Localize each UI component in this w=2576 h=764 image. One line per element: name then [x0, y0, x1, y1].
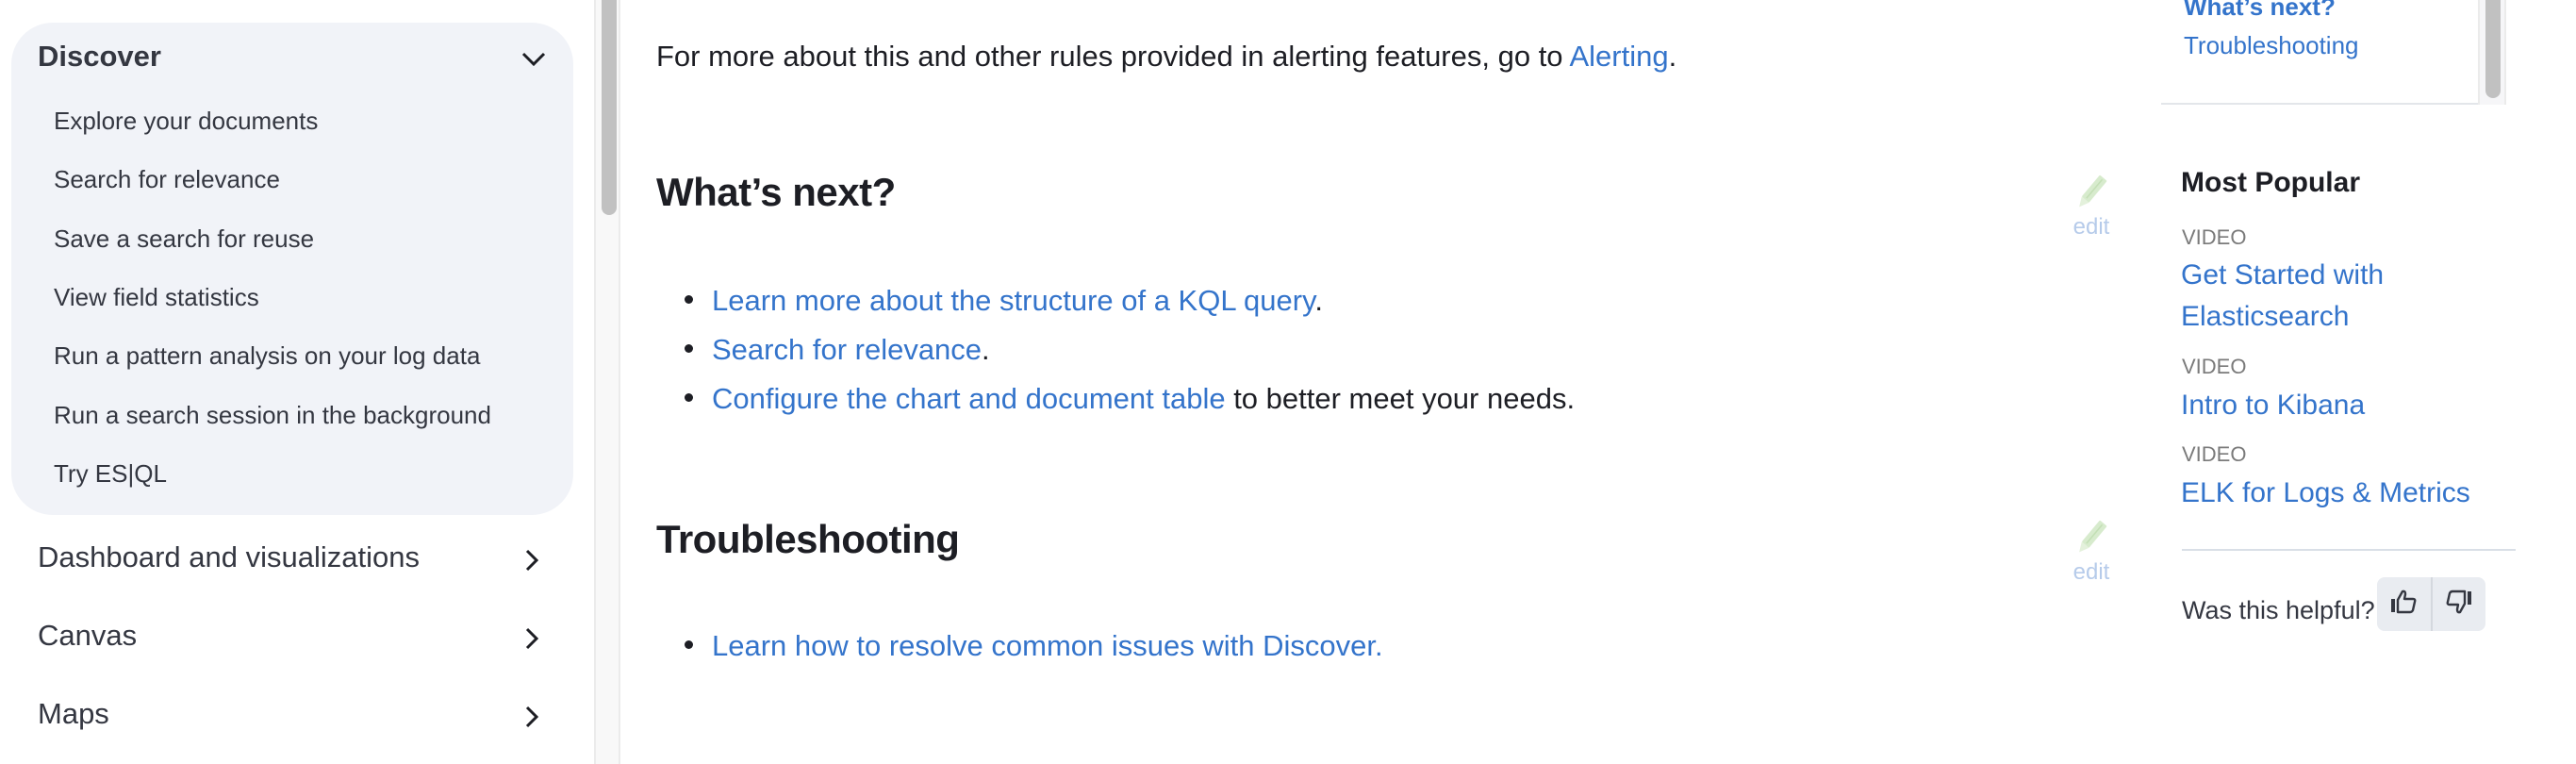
video-type-label: VIDEO [2182, 442, 2247, 466]
list-item: Configure the chart and document table t… [685, 382, 1575, 416]
sidebar-item-label: Canvas [38, 619, 138, 652]
video-type-label: VIDEO [2182, 225, 2247, 249]
sidebar-item-maps[interactable]: Maps [0, 688, 566, 744]
chevron-right-icon [524, 548, 539, 577]
edit-label: edit [2072, 214, 2110, 240]
toc-link-whats-next[interactable]: What’s next? [2184, 0, 2336, 22]
chevron-right-icon [524, 626, 539, 656]
chevron-right-icon [524, 705, 539, 734]
feedback-label: Was this helpful? [2182, 596, 2375, 624]
sidebar-item-label: Dashboard and visualizations [38, 540, 420, 573]
feedback-button-group [2377, 577, 2485, 631]
sidebar-item-save-search[interactable]: Save a search for reuse [54, 224, 314, 254]
troubleshooting-heading: Troubleshooting [656, 517, 960, 561]
list-item: Learn how to resolve common issues with … [685, 629, 1383, 663]
sidebar-item-search-session[interactable]: Run a search session in the background [54, 401, 491, 430]
bullet-icon [685, 295, 693, 305]
edit-whats-next-button[interactable]: edit [2065, 172, 2118, 241]
discover-title[interactable]: Discover [38, 40, 161, 74]
sidebar-item-field-statistics[interactable]: View field statistics [54, 283, 259, 312]
thumbs-up-button[interactable] [2377, 577, 2431, 631]
sidebar-item-pattern-analysis[interactable]: Run a pattern analysis on your log data [54, 341, 480, 371]
video-link-get-started[interactable]: Get Started with Elasticsearch [2181, 255, 2384, 338]
troubleshooting-link[interactable]: Learn how to resolve common issues with … [712, 629, 1383, 662]
video-type-label: VIDEO [2182, 355, 2247, 378]
toc-scrollbar-thumb[interactable] [2485, 0, 2501, 98]
toc-link-troubleshooting[interactable]: Troubleshooting [2184, 31, 2359, 60]
alerting-link[interactable]: Alerting [1569, 40, 1668, 73]
thumbs-down-icon [2445, 589, 2473, 620]
whats-next-heading: What’s next? [656, 170, 896, 214]
edit-troubleshooting-button[interactable]: edit [2065, 517, 2118, 586]
configure-chart-link[interactable]: Configure the chart and document table [712, 382, 1226, 415]
edit-label: edit [2072, 559, 2110, 585]
discover-section [11, 23, 573, 515]
sidebar-item-label: Maps [38, 697, 109, 730]
sidebar-item-dashboard[interactable]: Dashboard and visualizations [0, 531, 566, 588]
sidebar-scrollbar-thumb[interactable] [602, 0, 617, 215]
video-link-intro-kibana[interactable]: Intro to Kibana [2181, 385, 2365, 426]
bullet-icon [685, 393, 693, 403]
sidebar-item-search-relevance[interactable]: Search for relevance [54, 165, 280, 194]
sidebar-item-explore-documents[interactable]: Explore your documents [54, 107, 318, 136]
list-item: Search for relevance. [685, 333, 990, 367]
thumbs-down-button[interactable] [2430, 577, 2486, 631]
chevron-down-icon[interactable] [520, 51, 547, 73]
kql-structure-link[interactable]: Learn more about the structure of a KQL … [712, 284, 1314, 317]
thumbs-up-icon [2389, 589, 2418, 620]
list-item: Learn more about the structure of a KQL … [685, 284, 1323, 318]
sidebar-item-canvas[interactable]: Canvas [0, 609, 566, 666]
sidebar-item-try-esql[interactable]: Try ES|QL [54, 459, 167, 489]
search-relevance-link[interactable]: Search for relevance [712, 333, 982, 366]
bullet-icon [685, 640, 693, 650]
most-popular-heading: Most Popular [2181, 167, 2361, 198]
video-link-elk-logs-metrics[interactable]: ELK for Logs & Metrics [2181, 473, 2470, 514]
divider [2182, 549, 2516, 551]
bullet-icon [685, 344, 693, 354]
alerting-paragraph: For more about this and other rules prov… [656, 40, 1677, 73]
